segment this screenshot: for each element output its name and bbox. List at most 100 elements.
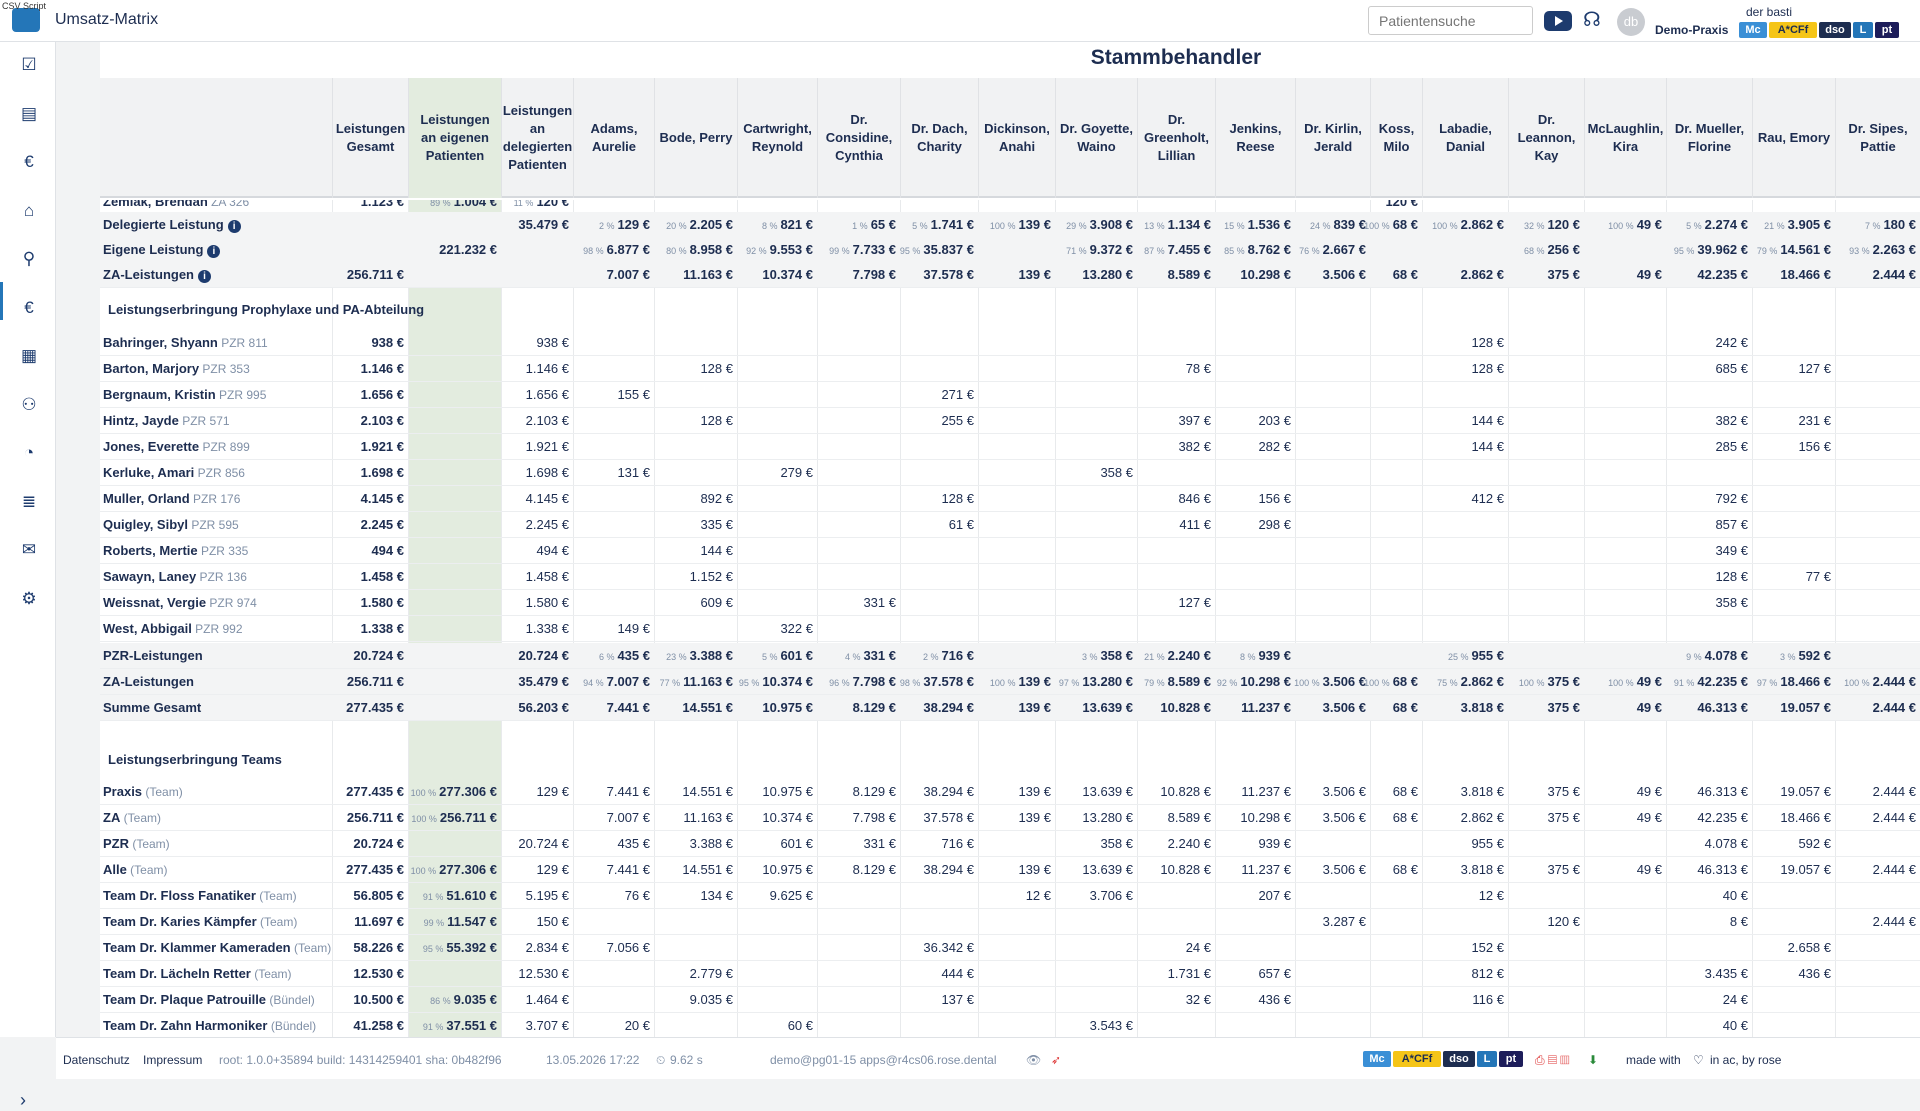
row-label[interactable]: Roberts, Mertie PZR 335 bbox=[103, 543, 248, 558]
table-cell[interactable]: 14.551 € bbox=[682, 862, 733, 877]
row-label[interactable]: Jones, Everette PZR 899 bbox=[103, 439, 250, 454]
table-cell[interactable]: 279 € bbox=[780, 465, 813, 480]
row-label[interactable]: Zemlak, Brendan ZA 326 bbox=[103, 200, 249, 209]
table-cell[interactable]: 8 € bbox=[1730, 914, 1748, 929]
table-cell[interactable]: 436 € bbox=[1258, 992, 1291, 1007]
table-cell[interactable]: 20.724 € bbox=[353, 836, 404, 851]
column-header[interactable]: Dr. Mueller, Florine bbox=[1666, 78, 1752, 198]
table-cell[interactable]: 494 € bbox=[536, 543, 569, 558]
app-logo-icon[interactable] bbox=[12, 8, 40, 32]
table-cell[interactable]: 397 € bbox=[1178, 413, 1211, 428]
table-cell[interactable]: 61 € bbox=[949, 517, 974, 532]
table-cell[interactable]: 49 € bbox=[1637, 267, 1662, 282]
column-header[interactable]: Cartwright, Reynold bbox=[737, 78, 817, 198]
table-cell[interactable]: 120 € bbox=[1547, 914, 1580, 929]
table-cell[interactable]: 10.298 € bbox=[1240, 267, 1291, 282]
rocket-icon[interactable]: ➶ bbox=[1051, 1053, 1061, 1067]
table-cell[interactable]: 40 € bbox=[1723, 1018, 1748, 1033]
table-cell[interactable]: 29 % 3.908 € bbox=[1066, 217, 1133, 232]
table-cell[interactable]: 8 % 939 € bbox=[1240, 648, 1291, 663]
avatar[interactable]: db bbox=[1617, 8, 1645, 36]
table-cell[interactable]: 812 € bbox=[1471, 966, 1504, 981]
table-cell[interactable]: 129 € bbox=[536, 784, 569, 799]
table-cell[interactable]: 277.435 € bbox=[346, 862, 404, 877]
table-cell[interactable]: 37.578 € bbox=[923, 267, 974, 282]
table-cell[interactable]: 78 € bbox=[1186, 361, 1211, 376]
table-cell[interactable]: 2.862 € bbox=[1461, 810, 1504, 825]
table-cell[interactable]: 657 € bbox=[1258, 966, 1291, 981]
table-cell[interactable]: 8.589 € bbox=[1168, 267, 1211, 282]
table-row[interactable]: PZR (Team) 20.724 € 20.724 € 435 € 3.388 € 60… bbox=[100, 831, 1920, 857]
table-cell[interactable]: 128 € bbox=[1715, 569, 1748, 584]
table-cell[interactable]: 24 % 839 € bbox=[1310, 217, 1366, 232]
table-cell[interactable]: 938 € bbox=[536, 335, 569, 350]
table-cell[interactable]: 40 € bbox=[1723, 888, 1748, 903]
table-cell[interactable]: 79 % 8.589 € bbox=[1144, 674, 1211, 689]
table-cell[interactable]: 271 € bbox=[941, 387, 974, 402]
export-icons[interactable]: ⎙ ▤ ▥ bbox=[1535, 1053, 1570, 1068]
table-cell[interactable]: 37.578 € bbox=[923, 810, 974, 825]
table-cell[interactable]: 3.818 € bbox=[1461, 700, 1504, 715]
table-cell[interactable]: 100 % 139 € bbox=[990, 217, 1051, 232]
table-cell[interactable]: 1.338 € bbox=[526, 621, 569, 636]
row-label[interactable]: Summe Gesamt bbox=[103, 700, 201, 715]
column-header[interactable]: Labadie, Danial bbox=[1422, 78, 1508, 198]
table-cell[interactable]: 8.129 € bbox=[853, 784, 896, 799]
table-cell[interactable]: 100 % 2.444 € bbox=[1844, 674, 1916, 689]
row-label[interactable]: Eigene Leistung i bbox=[103, 242, 221, 258]
table-row[interactable]: Delegierte Leistung i 35.479 € 2 % 129 € 20 %… bbox=[100, 212, 1920, 238]
table-cell[interactable]: 68 € bbox=[1393, 784, 1418, 799]
table-cell[interactable]: 2.658 € bbox=[1788, 940, 1831, 955]
table-cell[interactable]: 89 % 1.004 € bbox=[430, 200, 497, 209]
table-cell[interactable]: 1.338 € bbox=[361, 621, 404, 636]
table-cell[interactable]: 76 € bbox=[625, 888, 650, 903]
table-cell[interactable]: 1.146 € bbox=[361, 361, 404, 376]
table-cell[interactable]: 68 % 256 € bbox=[1524, 242, 1580, 257]
table-cell[interactable]: 716 € bbox=[941, 836, 974, 851]
table-cell[interactable]: 242 € bbox=[1715, 335, 1748, 350]
table-cell[interactable]: 2.444 € bbox=[1873, 810, 1916, 825]
table-cell[interactable]: 77 % 11.163 € bbox=[660, 674, 733, 689]
table-cell[interactable]: 7.056 € bbox=[607, 940, 650, 955]
table-cell[interactable]: 127 € bbox=[1798, 361, 1831, 376]
table-cell[interactable]: 128 € bbox=[1471, 335, 1504, 350]
column-header[interactable]: Koss, Milo bbox=[1370, 78, 1422, 198]
table-cell[interactable]: 128 € bbox=[700, 413, 733, 428]
table-cell[interactable]: 100 % 3.506 € bbox=[1294, 674, 1366, 689]
table-cell[interactable]: 100 % 139 € bbox=[990, 674, 1051, 689]
row-label[interactable]: PZR-Leistungen bbox=[103, 648, 203, 663]
table-cell[interactable]: 2.779 € bbox=[690, 966, 733, 981]
table-cell[interactable]: 3.506 € bbox=[1323, 784, 1366, 799]
table-cell[interactable]: 42.235 € bbox=[1697, 267, 1748, 282]
table-cell[interactable]: 1.464 € bbox=[526, 992, 569, 1007]
table-cell[interactable]: 601 € bbox=[780, 836, 813, 851]
table-cell[interactable]: 2.862 € bbox=[1461, 267, 1504, 282]
table-cell[interactable]: 2.103 € bbox=[526, 413, 569, 428]
table-cell[interactable]: 49 € bbox=[1637, 700, 1662, 715]
table-cell[interactable]: 1.656 € bbox=[526, 387, 569, 402]
table-cell[interactable]: 12.530 € bbox=[353, 966, 404, 981]
table-cell[interactable]: 2.444 € bbox=[1873, 784, 1916, 799]
table-cell[interactable]: 3.818 € bbox=[1461, 862, 1504, 877]
row-label[interactable]: ZA (Team) bbox=[103, 810, 161, 825]
table-cell[interactable]: 9.625 € bbox=[770, 888, 813, 903]
table-cell[interactable]: 18.466 € bbox=[1780, 267, 1831, 282]
table-cell[interactable]: 4.145 € bbox=[526, 491, 569, 506]
table-cell[interactable]: 256.711 € bbox=[347, 674, 404, 689]
table-cell[interactable]: 7.441 € bbox=[607, 862, 650, 877]
row-label[interactable]: Bahringer, Shyann PZR 811 bbox=[103, 335, 268, 350]
expand-sidebar-chevron-icon[interactable]: › bbox=[20, 1090, 26, 1111]
table-cell[interactable]: 12.530 € bbox=[518, 966, 569, 981]
table-cell[interactable]: 411 € bbox=[1179, 517, 1211, 532]
table-cell[interactable]: 609 € bbox=[700, 595, 733, 610]
table-cell[interactable]: 12 € bbox=[1479, 888, 1504, 903]
table-cell[interactable]: 19.057 € bbox=[1780, 784, 1831, 799]
row-label[interactable]: West, Abbigail PZR 992 bbox=[103, 621, 243, 636]
table-cell[interactable]: 892 € bbox=[700, 491, 733, 506]
table-cell[interactable]: 331 € bbox=[863, 595, 896, 610]
table-cell[interactable]: 24 € bbox=[1723, 992, 1748, 1007]
table-row[interactable]: Team Dr. Zahn Harmoniker (Bündel) 41.258 … bbox=[100, 1013, 1920, 1037]
table-cell[interactable]: 8.589 € bbox=[1168, 810, 1211, 825]
table-cell[interactable]: 100 % 49 € bbox=[1608, 217, 1662, 232]
table-row[interactable]: Muller, Orland PZR 176 4.145 € 4.145 € 892 … bbox=[100, 486, 1920, 512]
